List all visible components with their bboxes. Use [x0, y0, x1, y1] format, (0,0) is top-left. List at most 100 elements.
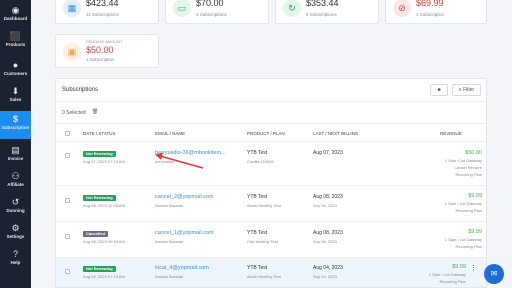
more-options-icon[interactable]: ⋮ — [470, 265, 477, 272]
col-date-status[interactable]: DATE / STATUS — [83, 131, 116, 136]
chat-icon: ✉ — [490, 269, 498, 278]
row-product: YTB Test — [247, 230, 268, 236]
col-email-name[interactable]: EMAIL / NAME — [155, 131, 185, 136]
row-name: not prabby — [155, 159, 174, 164]
row-plan: Acem Monthly Test — [247, 274, 281, 279]
row-revenue-detail: Recurring Plan — [455, 172, 482, 177]
trash-icon[interactable]: 🗑 — [92, 109, 99, 116]
stat-card-pending: ▣ PENDING AMOUNT $50.00 1 Subscription — [55, 34, 159, 68]
row-email[interactable]: cancel_2@yopmail.com — [155, 194, 213, 200]
row-last-billing: Aug 08, 2023 — [313, 194, 343, 200]
dashboard-icon: ◉ — [11, 5, 20, 15]
revenue-icon: ▦ — [63, 0, 81, 17]
customers-icon: ● — [12, 60, 19, 70]
sidebar-item-settings[interactable]: ⚙ Settings — [0, 222, 31, 246]
row-revenue-detail: 1 Sale • 1st Gateway — [444, 201, 482, 206]
row-email[interactable]: local_4@yopmail.com — [155, 265, 209, 271]
row-revenue: $9.99 — [468, 193, 482, 199]
sidebar-item-help[interactable]: ? Help — [0, 248, 31, 272]
dunning-icon: ↺ — [11, 197, 20, 207]
settings-icon: ⚙ — [11, 223, 20, 233]
sidebar-item-dashboard[interactable]: ◉ Dashboard — [0, 4, 31, 28]
table-row[interactable]: Not Renewing Aug 08, 2023 10:05 AM cance… — [56, 185, 486, 221]
panel-title: Subscriptions — [62, 87, 99, 93]
sidebar-item-products[interactable]: ⬛ Products — [0, 30, 31, 54]
stat-card-active: ▭ $70.00 3 Subscriptions — [165, 0, 269, 24]
row-checkbox[interactable] — [65, 269, 70, 274]
row-revenue: $9.99 — [452, 264, 466, 270]
row-revenue-detail: Recurring Plan — [455, 244, 482, 249]
status-badge: Not Renewing — [83, 195, 116, 201]
row-revenue: $50.00 — [465, 150, 482, 156]
sidebar: ◉ Dashboard ⬛ Products ● Customers ⬇ Sal… — [0, 0, 31, 288]
row-next-billing: Sep 04, 2023 — [313, 274, 337, 279]
row-revenue-detail: 1 Sale • 1st Gateway — [428, 272, 466, 277]
subscriptions-panel: Subscriptions ■ ≡ Filter 0 Selected 🗑 DA… — [55, 78, 487, 288]
row-last-billing: Aug 08, 2023 — [313, 230, 343, 236]
row-product: YTB Test — [247, 150, 268, 156]
row-revenue-detail: Recurring Plan — [455, 208, 482, 213]
table-row[interactable]: Not Renewing Aug 07, 2023 07:13 AM berry… — [56, 141, 486, 185]
row-plan: Credits 110000 — [247, 159, 274, 164]
filter-button[interactable]: ≡ Filter — [452, 84, 481, 96]
pending-icon: ▣ — [63, 43, 81, 61]
row-plan: Oak Monthly Test — [247, 239, 278, 244]
row-email[interactable]: cancel_1@yopmail.com — [155, 230, 213, 236]
sidebar-item-invoice[interactable]: ▤ Invoice — [0, 144, 31, 168]
sidebar-item-customers[interactable]: ● Customers — [0, 59, 31, 83]
chat-widget-button[interactable]: ✉ — [484, 264, 504, 284]
row-last-billing: Aug 04, 2023 — [313, 265, 343, 271]
stat-card-total: ▦ $423.44 11 Subscriptions — [55, 0, 159, 24]
row-checkbox[interactable] — [65, 234, 70, 239]
status-badge: Not Renewing — [83, 151, 116, 157]
status-badge: Cancelled — [83, 231, 108, 237]
refresh-icon: ↻ — [283, 0, 301, 17]
cash-icon: ▭ — [173, 0, 191, 17]
sidebar-item-dunning[interactable]: ↺ Dunning — [0, 196, 31, 220]
row-checkbox[interactable] — [65, 198, 70, 203]
subscription-icon: $ — [12, 114, 18, 124]
select-all-checkbox[interactable] — [65, 131, 70, 136]
row-last-billing: Aug 07, 2023 — [313, 150, 343, 156]
divider — [56, 101, 486, 102]
invoice-icon: ▤ — [11, 145, 20, 155]
row-name: Ashwin Baradar — [155, 274, 184, 279]
sales-icon: ⬇ — [11, 86, 20, 96]
stat-card-cancelled: ⊘ $69.99 1 Subscription — [385, 0, 487, 24]
sidebar-item-affiliate[interactable]: ⚇ Affiliate — [0, 170, 31, 194]
view-toggle-button[interactable]: ■ — [430, 84, 448, 96]
row-checkbox[interactable] — [65, 153, 70, 158]
table-row[interactable]: Not Renewing Aug 04, 2023 07:13 AM local… — [56, 257, 486, 287]
row-date: Aug 07, 2023 07:13 AM — [83, 159, 125, 164]
row-next-billing: Sep 08, 2023 — [313, 203, 337, 208]
row-revenue-detail: Recurring Plan — [439, 279, 466, 284]
row-product: YTB Test — [247, 265, 268, 271]
row-revenue: $9.99 — [468, 229, 482, 235]
cancel-icon: ⊘ — [393, 0, 411, 17]
status-badge: Not Renewing — [83, 266, 116, 272]
sidebar-item-subscription[interactable]: $ Subscription — [0, 111, 31, 139]
help-icon: ? — [12, 249, 18, 259]
row-revenue-detail: Cancel Recurre — [454, 165, 482, 170]
col-revenue[interactable]: REVENUE — [440, 131, 462, 136]
row-date: Aug 08, 2023 09:33 AM — [83, 239, 125, 244]
sidebar-item-sales[interactable]: ⬇ Sales — [0, 85, 31, 109]
row-revenue-detail: 1 Sale • 1st Gateway — [444, 158, 482, 163]
affiliate-icon: ⚇ — [11, 171, 20, 181]
video-icon: ■ — [437, 87, 441, 93]
selected-count: 0 Selected — [62, 110, 86, 116]
row-date: Aug 04, 2023 07:13 AM — [83, 274, 125, 279]
row-product: YTB Test — [247, 194, 268, 200]
row-name: Ashwin Baradar — [155, 239, 184, 244]
divider — [56, 123, 486, 124]
row-next-billing: Sep 08, 2023 — [313, 239, 337, 244]
col-billing[interactable]: LAST / NEXT BILLING — [313, 131, 358, 136]
row-plan: Acem Monthly Test — [247, 203, 281, 208]
row-revenue-detail: 1 Sale • 1st Gateway — [444, 237, 482, 242]
col-product-plan[interactable]: PRODUCT / PLAN — [247, 131, 285, 136]
row-date: Aug 08, 2023 10:05 AM — [83, 203, 125, 208]
row-email[interactable]: berrysadio-36@mbookitem... — [155, 150, 226, 156]
stat-card-recurring: ↻ $353.44 8 Subscriptions — [275, 0, 379, 24]
table-row[interactable]: Cancelled Aug 08, 2023 09:33 AM cancel_1… — [56, 221, 486, 257]
products-icon: ⬛ — [9, 31, 22, 41]
